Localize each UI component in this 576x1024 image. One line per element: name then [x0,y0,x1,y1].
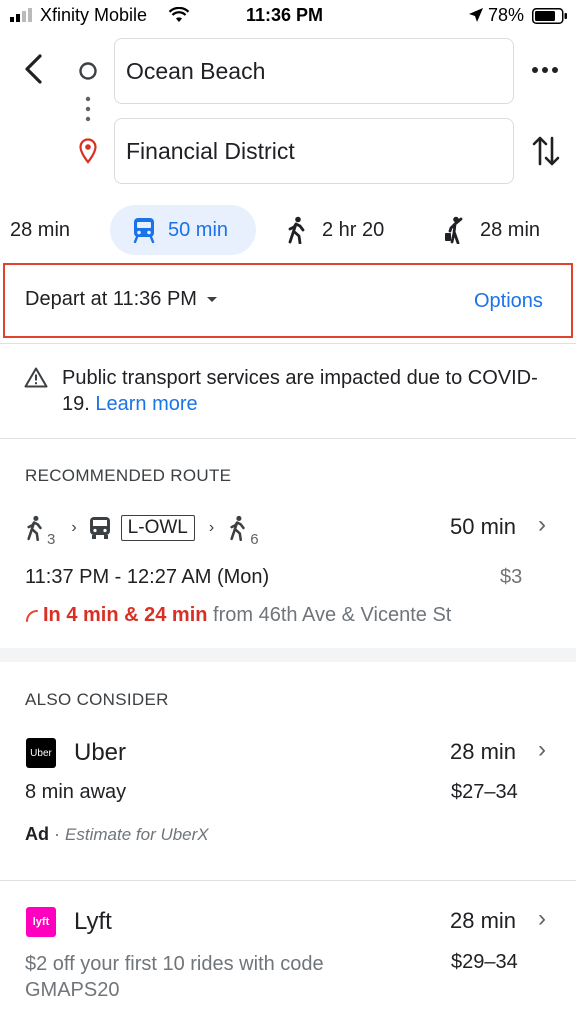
route-dots [85,96,91,124]
uber-chevron-icon: › [538,736,546,763]
uber-price: $27–34 [451,781,518,803]
section-separator [0,648,576,662]
ride-hail-icon [445,216,463,244]
back-button[interactable] [20,52,52,86]
destination-input[interactable]: Financial District [114,118,514,184]
transit-icon [133,218,155,243]
uber-estimate-note: Estimate for UberX [65,825,209,844]
walk-icon [288,216,305,244]
lyft-duration: 28 min [450,908,517,933]
depart-time-selector[interactable]: Depart at 11:36 PM [25,288,219,311]
wifi-icon [168,7,190,23]
swap-button[interactable] [532,134,560,168]
lyft-price: $29–34 [451,951,518,973]
tab-transit[interactable]: 50 min [110,205,256,255]
tab-transit-label: 50 min [168,218,229,241]
lyft-logo-text: lyft [32,916,50,928]
swap-arrows-icon [532,136,560,166]
uber-eta: 8 min away [25,781,127,803]
divider [0,343,576,344]
bus-icon [89,517,110,539]
uber-logo: Uber [26,738,56,768]
origin-input[interactable]: Ocean Beach [114,38,514,104]
lyft-logo: lyft [26,907,56,937]
lyft-promo: $2 off your first 10 rides with code GMA… [25,953,324,1001]
realtime-times: In 4 min & 24 min [43,604,208,626]
uber-duration: 28 min [450,739,517,764]
lyft-chevron-icon: › [538,905,546,932]
also-consider-heading: ALSO CONSIDER [25,690,169,709]
step-chevron-icon: › [71,519,77,536]
tab-driving[interactable]: 28 min [10,205,100,255]
battery-percent: 78% [488,5,525,25]
walk-start-minutes: 3 [47,530,56,548]
route-steps: 3 › L-OWL › 6 [25,508,259,548]
ad-label: Ad [25,824,49,844]
more-options-button[interactable] [530,62,560,78]
bus-line-badge: L-OWL [120,515,195,541]
tab-walking-label: 2 hr 20 [322,218,385,241]
departure-stop: from 46th Ave & Vicente St [213,604,452,626]
uber-name: Uber [74,739,127,766]
step-chevron-icon: › [208,519,215,536]
divider [0,438,576,439]
realtime-departures: In 4 min & 24 min from 46th Ave & Vicent… [43,604,451,627]
more-horizontal-icon [532,67,558,73]
options-link[interactable]: Options [474,290,543,313]
realtime-signal-icon [25,608,39,622]
recommended-route-heading: RECOMMENDED ROUTE [25,466,232,485]
origin-circle-icon [78,61,98,81]
location-arrow-icon [469,8,483,22]
route-fare: $3 [500,566,523,588]
destination-pin-icon [78,138,98,164]
ad-separator: · [54,824,61,844]
covid-notice: Public transport services are impacted d… [62,365,552,417]
tab-driving-label: 28 min [10,218,71,241]
divider [0,880,576,881]
clock: 11:36 PM [246,5,324,25]
carrier-name: Xfinity Mobile [40,5,148,25]
route-chevron-icon: › [538,511,546,538]
lyft-name: Lyft [74,908,112,935]
depart-time-label: Depart at 11:36 PM [25,288,197,310]
tab-ride-hail[interactable]: 28 min [444,205,554,255]
route-duration: 50 min [450,514,517,539]
battery-icon [532,8,568,24]
status-bar: Xfinity Mobile 11:36 PM 78% [0,0,576,34]
uber-logo-text: Uber [30,747,52,759]
walk-icon [27,515,42,541]
back-arrow-icon [25,54,42,84]
tab-walking[interactable]: 2 hr 20 [286,205,406,255]
signal-icon [10,8,32,22]
walk-end-minutes: 6 [250,530,259,548]
tab-ride-hail-label: 28 min [480,218,541,241]
learn-more-link[interactable]: Learn more [95,393,197,415]
destination-text: Financial District [126,137,295,164]
dropdown-arrow-icon [206,296,217,302]
uber-ad-line: Ad · Estimate for UberX [25,824,209,845]
walk-icon [230,515,245,541]
warning-icon [24,367,48,388]
origin-text: Ocean Beach [126,57,266,84]
route-times: 11:37 PM - 12:27 AM (Mon) [25,566,270,588]
